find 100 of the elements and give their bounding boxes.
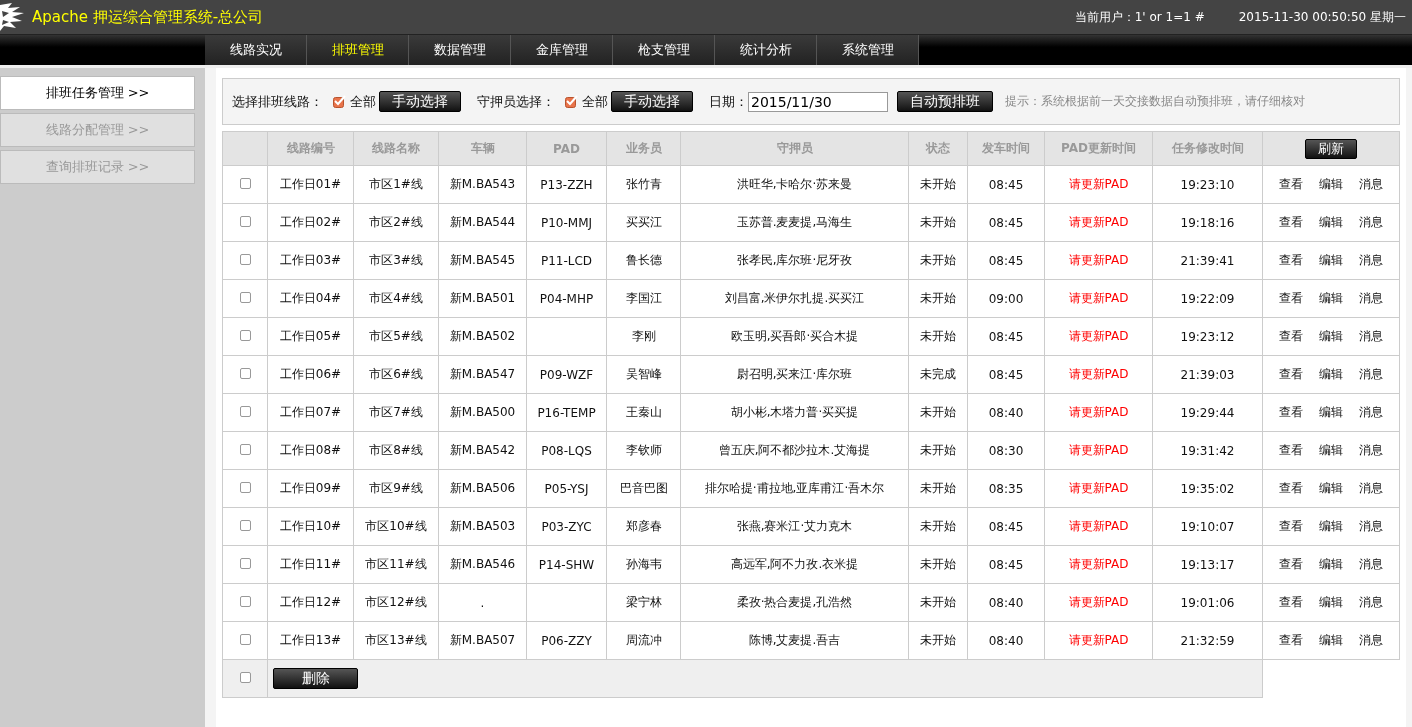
checkbox[interactable] [239,329,251,341]
checkbox[interactable] [565,95,578,108]
guard-names: 张燕,赛米江·艾力克木 [736,519,853,533]
action-link[interactable]: 消息 [1359,594,1383,611]
route-number: 工作日07# [279,405,342,419]
status: 未开始 [920,405,956,419]
auto-schedule-button[interactable]: 自动预排班 [897,91,993,112]
date-field[interactable]: 2015/11/30 [748,91,888,112]
action-link[interactable]: 编辑 [1319,404,1343,421]
action-link[interactable]: 编辑 [1319,214,1343,231]
status: 未完成 [920,367,956,381]
action-link[interactable]: 查看 [1279,328,1303,345]
checkbox[interactable] [239,595,251,607]
action-link[interactable]: 查看 [1279,594,1303,611]
action-link[interactable]: 查看 [1279,252,1303,269]
checkbox[interactable] [239,291,251,303]
checkbox[interactable] [239,443,251,455]
departure-time: 08:45 [988,215,1024,230]
modified-time: 19:22:09 [1180,291,1235,306]
action-link[interactable]: 消息 [1359,176,1383,193]
action-link[interactable]: 编辑 [1319,176,1343,193]
action-link[interactable]: 查看 [1279,404,1303,421]
checkbox[interactable] [333,95,346,108]
route-number: 工作日02# [279,215,342,229]
nav-tab[interactable]: 排班管理 [307,35,409,65]
manual-select-button[interactable]: 手动选择 [611,91,693,112]
checkbox[interactable] [239,253,251,265]
action-link[interactable]: 查看 [1279,556,1303,573]
checkbox[interactable] [239,215,251,227]
action-link[interactable]: 查看 [1279,518,1303,535]
vehicle: 新M.BA503 [449,519,516,533]
action-link[interactable]: 查看 [1279,366,1303,383]
action-link[interactable]: 消息 [1359,214,1383,231]
clerk-name: 王秦山 [625,405,662,419]
pad-id: P09-WZF [539,367,594,382]
checkbox[interactable] [239,405,251,417]
action-link[interactable]: 查看 [1279,290,1303,307]
checkbox[interactable] [239,633,251,645]
action-link[interactable]: 编辑 [1319,366,1343,383]
checkbox[interactable] [239,519,251,531]
action-link[interactable]: 编辑 [1319,252,1343,269]
manual-select-button[interactable]: 手动选择 [379,91,461,112]
action-link[interactable]: 编辑 [1319,518,1343,535]
column-header: PAD更新时间 [1061,141,1136,155]
action-link[interactable]: 查看 [1279,176,1303,193]
action-link[interactable]: 消息 [1359,518,1383,535]
action-link[interactable]: 查看 [1279,214,1303,231]
action-link[interactable]: 消息 [1359,290,1383,307]
checkbox[interactable] [239,671,251,683]
nav-tab[interactable]: 枪支管理 [613,35,715,65]
pad-update: 请更新PAD [1068,367,1129,381]
action-link[interactable]: 消息 [1359,442,1383,459]
column-header: 任务修改时间 [1171,141,1244,155]
action-link[interactable]: 查看 [1279,632,1303,649]
pad-id: P16-TEMP [537,405,596,420]
route-name: 市区8#线 [369,443,423,457]
checkbox[interactable] [239,557,251,569]
action-link[interactable]: 编辑 [1319,328,1343,345]
route-number: 工作日06# [279,367,342,381]
refresh-button[interactable]: 刷新 [1305,138,1357,159]
modified-time: 19:18:16 [1180,215,1235,230]
action-link[interactable]: 编辑 [1319,290,1343,307]
checkbox[interactable] [239,177,251,189]
nav-tab[interactable]: 线路实况 [205,35,307,65]
vehicle: 新M.BA543 [449,177,516,191]
action-link[interactable]: 消息 [1359,632,1383,649]
action-link[interactable]: 消息 [1359,556,1383,573]
column-header: 状态 [926,141,950,155]
action-link[interactable]: 编辑 [1319,594,1343,611]
action-link[interactable]: 编辑 [1319,556,1343,573]
route-name: 市区4#线 [369,291,423,305]
route-name: 市区3#线 [369,253,423,267]
clerk-name: 梁宁林 [625,595,662,609]
action-link[interactable]: 查看 [1279,480,1303,497]
nav-tab[interactable]: 统计分析 [715,35,817,65]
sidebar-item[interactable]: 排班任务管理 >> [0,76,195,110]
pad-id: P05-YSJ [544,481,589,496]
nav-tab[interactable]: 系统管理 [817,35,919,65]
nav-tab[interactable]: 数据管理 [409,35,511,65]
action-link[interactable]: 消息 [1359,404,1383,421]
checkbox[interactable] [239,481,251,493]
clerk-name: 吴智峰 [625,367,662,381]
action-link[interactable]: 查看 [1279,442,1303,459]
action-link[interactable]: 消息 [1359,328,1383,345]
nav-tab[interactable]: 金库管理 [511,35,613,65]
route-number: 工作日09# [279,481,342,495]
departure-time: 08:45 [988,329,1024,344]
route-name: 市区9#线 [369,481,423,495]
action-link[interactable]: 编辑 [1319,632,1343,649]
delete-button[interactable]: 删除 [273,668,358,689]
column-header: 业务员 [625,141,662,155]
action-link[interactable]: 编辑 [1319,442,1343,459]
checkbox[interactable] [239,367,251,379]
guard-names: 胡小彬,木塔力普·买买提 [730,405,859,419]
clerk-name: 李钦师 [625,443,662,457]
action-link[interactable]: 消息 [1359,480,1383,497]
action-link[interactable]: 消息 [1359,252,1383,269]
action-link[interactable]: 编辑 [1319,480,1343,497]
action-link[interactable]: 消息 [1359,366,1383,383]
column-header: 守押员 [776,141,813,155]
